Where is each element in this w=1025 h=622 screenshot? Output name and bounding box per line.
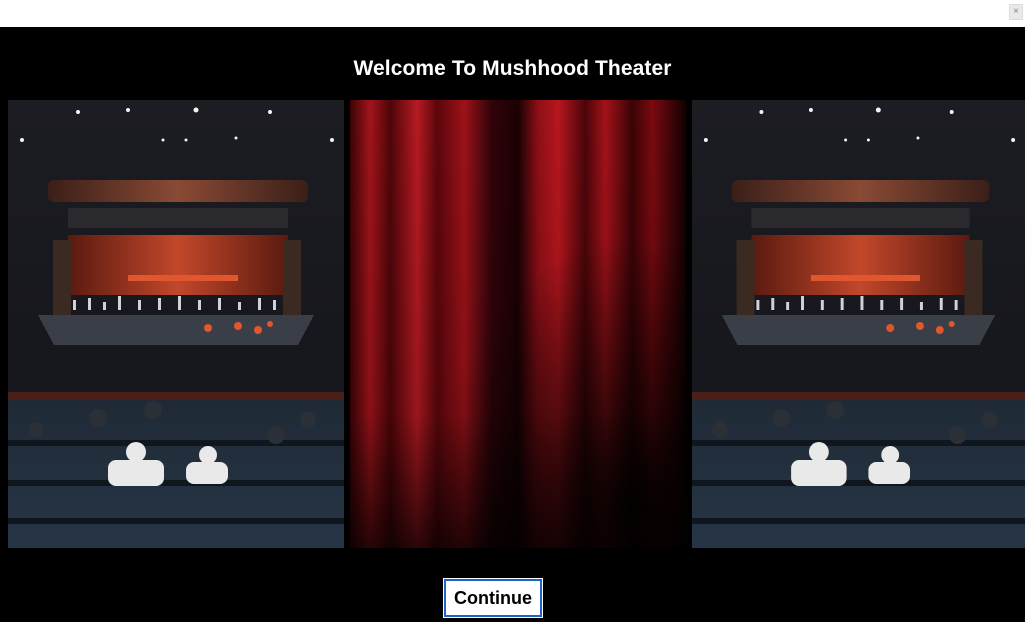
continue-button[interactable]: Continue — [443, 578, 543, 618]
concert-hall-image-right — [692, 100, 1025, 548]
red-curtain-image — [350, 100, 686, 548]
window-titlebar: × — [0, 0, 1025, 27]
concert-hall-image-left — [8, 100, 344, 548]
window-close-button[interactable]: × — [1009, 4, 1023, 20]
page-title: Welcome To Mushhood Theater — [353, 57, 672, 80]
